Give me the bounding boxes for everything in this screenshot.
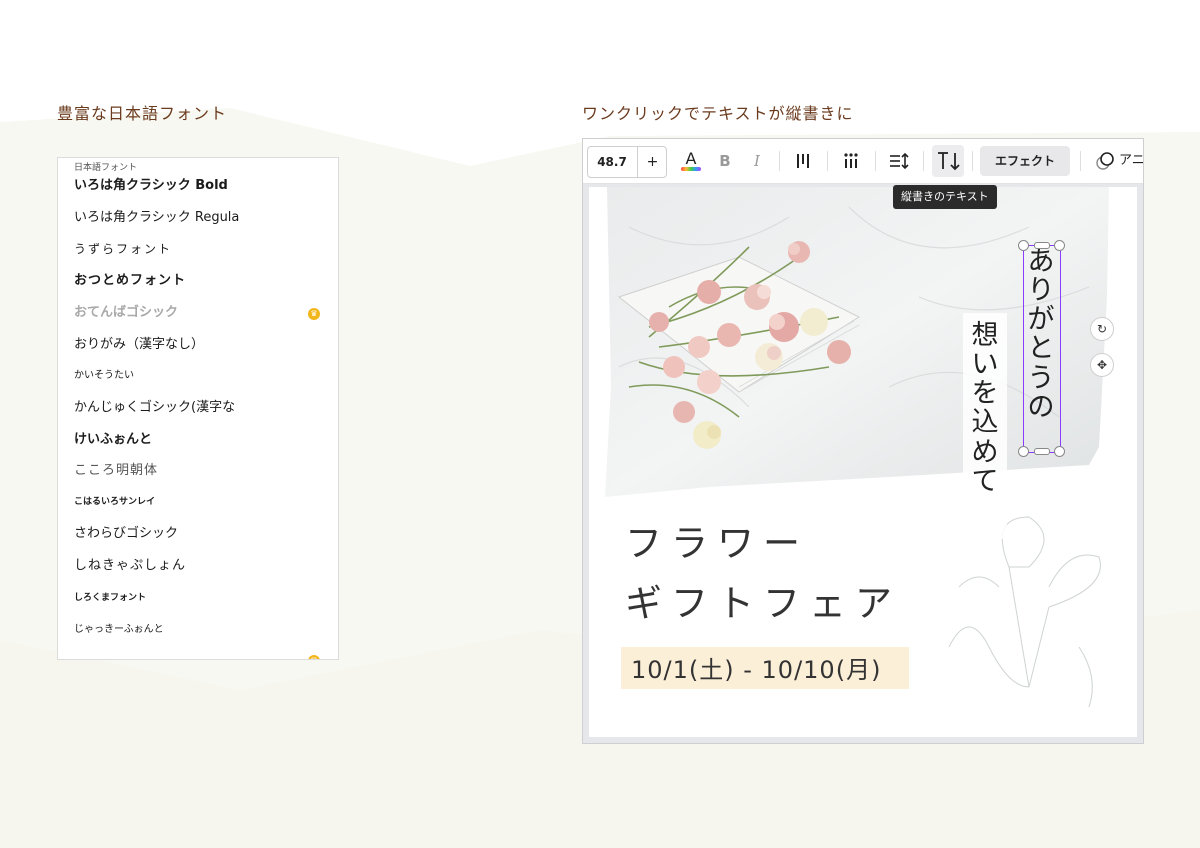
font-size-plus-button[interactable]: + [637, 147, 667, 177]
list-icon[interactable] [837, 146, 865, 176]
vertical-char: め [971, 436, 999, 468]
bold-button[interactable]: B [713, 146, 737, 176]
font-item-iroha-regular[interactable]: いろは角クラシック Regula [74, 207, 324, 229]
font-item-cinecaption[interactable]: しねきゃぷしょん [74, 555, 324, 577]
left-section-title: 豊富な日本語フォント [57, 104, 228, 123]
heading-line2[interactable]: ギフトフェア [625, 573, 901, 627]
font-list-header: 日本語フォント [74, 163, 138, 173]
design-canvas[interactable]: フラワー ギフトフェア 10/1(土) - 10/10(月) 想いを込めて あり… [589, 187, 1137, 737]
resize-handle[interactable] [1018, 446, 1029, 457]
font-item-origami[interactable]: おりがみ（漢字なし） [74, 334, 324, 356]
toolbar-divider [972, 151, 973, 171]
right-section-title: ワンクリックでテキストが縦書きに [582, 104, 854, 123]
font-size-value[interactable]: 48.7 [588, 147, 636, 177]
font-item-kaisoutai[interactable]: かいそうたい [74, 365, 324, 387]
crown-icon-partial: ♛ [308, 655, 320, 659]
animate-icon[interactable] [1091, 146, 1119, 176]
effect-button[interactable]: エフェクト [980, 146, 1070, 176]
spacing-icon[interactable] [885, 146, 913, 176]
resize-handle-bottom[interactable] [1034, 448, 1050, 455]
font-item-shirokuma[interactable]: しろくまフォント [74, 587, 324, 609]
font-item-keifont[interactable]: けいふぉんと [74, 429, 324, 451]
rotate-icon[interactable]: ↻ [1090, 317, 1114, 341]
text-color-icon: A [685, 149, 697, 168]
heading-line1[interactable]: フラワー [625, 513, 809, 567]
resize-handle[interactable] [1054, 446, 1065, 457]
resize-handle[interactable] [1054, 240, 1065, 251]
font-item-otsutome[interactable]: おつとめフォント [74, 270, 324, 292]
toolbar-divider [875, 151, 876, 171]
toolbar-divider [1080, 151, 1081, 171]
vertical-char: 込 [971, 407, 999, 439]
align-icon[interactable] [789, 146, 817, 176]
font-item-jackey[interactable]: じゃっきーふぉんと [74, 619, 324, 641]
event-date[interactable]: 10/1(土) - 10/10(月) [631, 650, 881, 685]
editor-window: 48.7 + A B I エフェクト アニ フラワー ギフトフェア 10/1(土… [582, 138, 1144, 744]
resize-handle-top[interactable] [1034, 242, 1050, 249]
vertical-char: を [971, 378, 999, 410]
vertical-text-icon [938, 152, 960, 171]
toolbar-divider [779, 151, 780, 171]
vertical-text-left[interactable]: 想いを込めて [963, 313, 1007, 539]
font-size-stepper[interactable]: 48.7 + [587, 146, 667, 178]
move-icon[interactable]: ✥ [1090, 353, 1114, 377]
font-item-partial: ▬▬▬ ▬ ▬▬▬ ▬ ▬ [74, 652, 324, 659]
font-item-koharuiro[interactable]: こはるいろサンレイ [74, 491, 324, 513]
vertical-char: い [971, 349, 999, 381]
animate-label[interactable]: アニ [1119, 146, 1143, 176]
toolbar-divider [923, 151, 924, 171]
vertical-text-tooltip: 縦書きのテキスト [893, 185, 997, 209]
italic-button[interactable]: I [745, 146, 769, 176]
font-item-uzura[interactable]: うずらフォント [74, 238, 324, 260]
selection-box [1023, 245, 1061, 453]
rainbow-bar [681, 167, 701, 171]
vertical-char: て [971, 465, 999, 497]
font-item-iroha-bold[interactable]: いろは角クラシック Bold [74, 175, 324, 197]
text-color-button[interactable]: A [677, 146, 705, 176]
text-toolbar: 48.7 + A B I エフェクト アニ [583, 139, 1143, 184]
crown-icon: ♛ [308, 308, 320, 320]
font-item-otenba[interactable]: おてんばゴシック [74, 302, 324, 324]
vertical-char: 想 [971, 320, 999, 351]
toolbar-divider [827, 151, 828, 171]
resize-handle[interactable] [1018, 240, 1029, 251]
font-item-kokoro[interactable]: こころ明朝体 [74, 460, 324, 482]
font-item-sawarabi[interactable]: さわらびゴシック [74, 523, 324, 545]
font-list-panel: 日本語フォント いろは角クラシック Bold いろは角クラシック Regula … [57, 157, 339, 660]
vertical-text-button[interactable] [932, 145, 964, 177]
font-item-kanjuku[interactable]: かんじゅくゴシック(漢字な [74, 397, 324, 419]
